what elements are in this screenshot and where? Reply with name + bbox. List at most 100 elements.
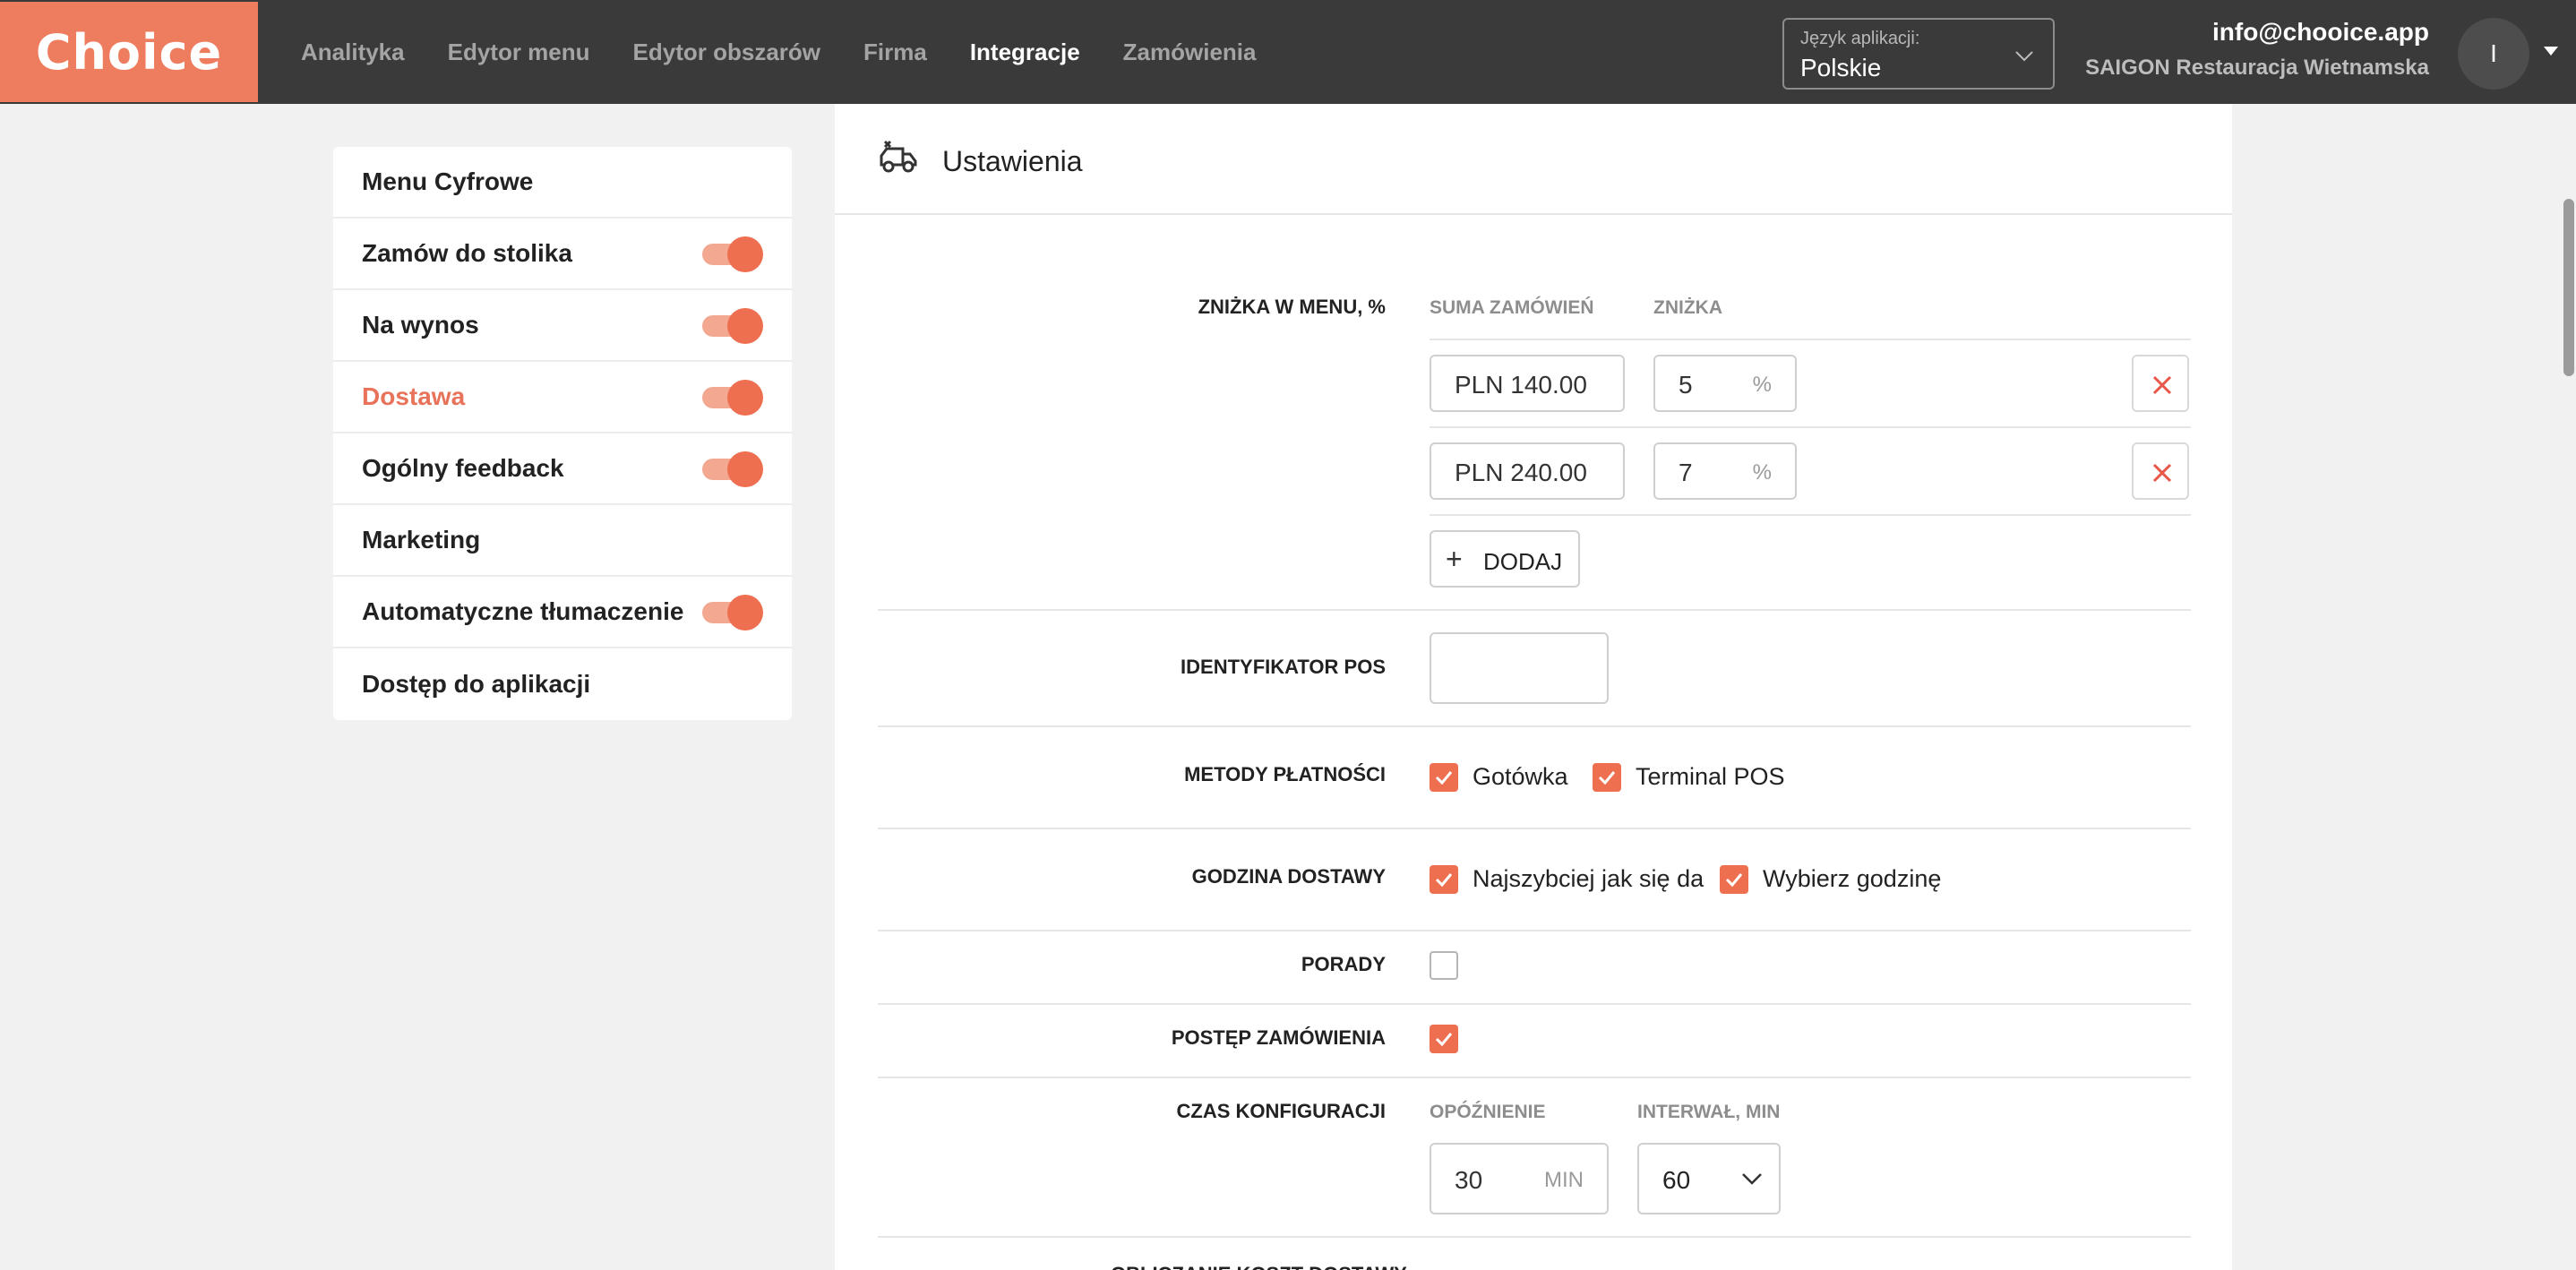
order-sum-input[interactable]: PLN 240.00 (1430, 442, 1625, 500)
remove-discount-button[interactable] (2132, 355, 2189, 412)
toggle-switch[interactable] (702, 380, 763, 416)
nav-zamowienia[interactable]: Zamówienia (1123, 39, 1257, 66)
order-sum-value: PLN 240.00 (1455, 459, 1587, 486)
delivery-time-label: GODZINA DOSTAWY (1191, 865, 1386, 888)
order-progress-label-cell: POSTĘP ZAMÓWIENIA (835, 1026, 1386, 1053)
delivery-choose-time-checkbox[interactable] (1720, 865, 1748, 894)
sidebar-item-automatyczne-tlumaczenie[interactable]: Automatyczne tłumaczenie (333, 577, 792, 648)
sidebar-item-na-wynos[interactable]: Na wynos (333, 290, 792, 362)
divider (1430, 514, 2191, 516)
delay-unit: MIN (1544, 1168, 1584, 1192)
section-divider (878, 1236, 2191, 1238)
interval-select[interactable]: 60 (1637, 1143, 1781, 1214)
section-divider (878, 609, 2191, 611)
page-scrollbar[interactable] (2563, 199, 2574, 376)
payment-terminal-checkbox[interactable] (1593, 763, 1621, 792)
percent-suffix: % (1752, 373, 1772, 397)
brand-logo-text: Choice (35, 23, 223, 81)
delivery-cost-label-partial: OBLICZANIE KOSZT DOSTAWY (1111, 1263, 1407, 1270)
discount-label-cell: ZNIŻKA W MENU, % (835, 296, 1386, 322)
section-divider (878, 725, 2191, 727)
discount-label: ZNIŻKA W MENU, % (1198, 296, 1386, 318)
card-header: Ustawienia (835, 104, 2232, 215)
user-info: info@chooice.app SAIGON Restauracja Wiet… (2085, 18, 2429, 81)
check-icon (1598, 771, 1616, 785)
sidebar-item-menu-cyfrowe[interactable]: Menu Cyfrowe (333, 147, 792, 219)
sidebar-item-label: Dostawa (362, 382, 466, 410)
nav-integracje[interactable]: Integracje (970, 39, 1080, 66)
sidebar-item-dostep-do-aplikacji[interactable]: Dostęp do aplikacji (333, 648, 792, 720)
col-header-order-sum: SUMA ZAMÓWIEŃ (1430, 297, 1594, 318)
sidebar-item-label: Automatyczne tłumaczenie (362, 597, 684, 625)
add-discount-button[interactable]: + DODAJ (1430, 530, 1580, 588)
sidebar-item-ogolny-feedback[interactable]: Ogólny feedback (333, 433, 792, 505)
chevron-down-icon (1742, 1173, 1762, 1185)
add-button-label: DODAJ (1483, 548, 1563, 575)
payment-cash-checkbox[interactable] (1430, 763, 1458, 792)
divider (1430, 426, 2191, 428)
check-icon (1435, 873, 1453, 888)
tips-checkbox[interactable] (1430, 951, 1458, 980)
toggle-switch[interactable] (702, 595, 763, 631)
order-progress-checkbox[interactable] (1430, 1025, 1458, 1053)
payment-methods-label-cell: METODY PŁATNOŚCI (835, 763, 1386, 790)
top-bar: Choice Analityka Edytor menu Edytor obsz… (0, 0, 2576, 104)
section-divider (878, 828, 2191, 829)
restaurant-name: SAIGON Restauracja Wietnamska (2085, 56, 2429, 80)
section-divider (878, 1003, 2191, 1005)
delivery-choose-time-label: Wybierz godzinę (1763, 865, 1942, 892)
col-header-discount: ZNIŻKA (1653, 297, 1722, 318)
sidebar-item-label: Dostęp do aplikacji (362, 670, 591, 698)
interval-label: INTERWAŁ, MIN (1637, 1102, 1781, 1122)
discount-percent-input[interactable]: 7 % (1653, 442, 1797, 500)
delivery-settings-icon (880, 140, 917, 173)
remove-discount-button[interactable] (2132, 442, 2189, 500)
toggle-switch[interactable] (702, 308, 763, 344)
discount-percent-input[interactable]: 5 % (1653, 355, 1797, 412)
percent-suffix: % (1752, 460, 1772, 485)
check-icon (1725, 873, 1743, 888)
toggle-switch[interactable] (702, 236, 763, 272)
interval-value: 60 (1662, 1166, 1691, 1194)
chevron-down-icon (2015, 51, 2033, 62)
delivery-asap-label: Najszybciej jak się da (1473, 865, 1704, 892)
delivery-time-label-cell: GODZINA DOSTAWY (835, 865, 1386, 892)
language-select[interactable]: Język aplikacji: Polskie (1782, 18, 2055, 90)
sidebar-item-marketing[interactable]: Marketing (333, 505, 792, 577)
sidebar: Menu Cyfrowe Zamów do stolika Na wynos D… (333, 147, 792, 720)
check-icon (1435, 771, 1453, 785)
order-sum-input[interactable]: PLN 140.00 (1430, 355, 1625, 412)
sidebar-item-label: Zamów do stolika (362, 239, 572, 267)
pos-id-label: IDENTYFIKATOR POS (1181, 656, 1386, 678)
sidebar-item-label: Marketing (362, 526, 481, 553)
brand-logo[interactable]: Choice (0, 2, 258, 102)
main-nav: Analityka Edytor menu Edytor obszarów Fi… (301, 0, 1256, 104)
order-sum-value: PLN 140.00 (1455, 371, 1587, 399)
nav-edytor-obszarow[interactable]: Edytor obszarów (633, 39, 820, 66)
toggle-switch[interactable] (702, 451, 763, 487)
config-time-label: CZAS KONFIGURACJI (1176, 1100, 1386, 1122)
nav-firma[interactable]: Firma (863, 39, 927, 66)
avatar[interactable]: I (2458, 18, 2529, 90)
discount-value: 5 (1679, 371, 1693, 399)
delay-input[interactable]: 30 MIN (1430, 1143, 1609, 1214)
tips-label: PORADY (1301, 953, 1386, 975)
settings-card: Ustawienia ZNIŻKA W MENU, % SUMA ZAMÓWIE… (835, 104, 2232, 1270)
tips-label-cell: PORADY (835, 953, 1386, 980)
pos-id-input[interactable] (1430, 632, 1609, 704)
section-divider (878, 1077, 2191, 1078)
section-divider (878, 930, 2191, 931)
user-email: info@chooice.app (2212, 18, 2429, 46)
sidebar-item-zamow-do-stolika[interactable]: Zamów do stolika (333, 219, 792, 290)
sidebar-item-label: Menu Cyfrowe (362, 167, 534, 195)
nav-edytor-menu[interactable]: Edytor menu (448, 39, 590, 66)
caret-down-icon[interactable] (2544, 47, 2558, 56)
nav-analityka[interactable]: Analityka (301, 39, 405, 66)
payment-cash-label: Gotówka (1473, 763, 1568, 790)
sidebar-item-label: Ogólny feedback (362, 454, 564, 482)
delivery-asap-checkbox[interactable] (1430, 865, 1458, 894)
sidebar-item-dostawa[interactable]: Dostawa (333, 362, 792, 433)
language-select-value: Polskie (1800, 54, 1882, 82)
close-icon (2152, 463, 2172, 483)
close-icon (2152, 375, 2172, 395)
